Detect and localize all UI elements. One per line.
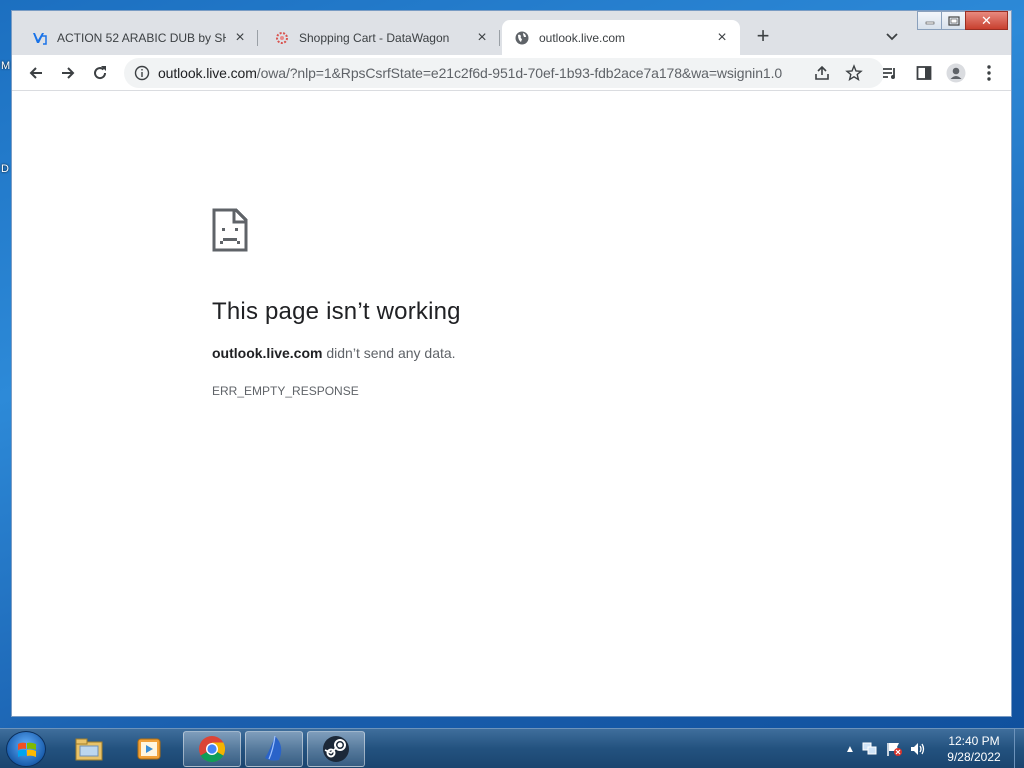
tab-strip: ACTION 52 ARABIC DUB by SHAI × Shopping … [12,11,1011,55]
media-player-icon [137,738,161,760]
window-controls: ✕ [917,11,1008,30]
network-icon[interactable] [861,741,879,757]
vimeo-v-icon [32,30,48,46]
taskbar-file-explorer[interactable] [60,731,118,767]
taskbar-chrome[interactable] [183,731,241,767]
desktop-icon-label: D [1,163,9,175]
datawagon-icon [274,30,290,46]
clock[interactable]: 12:40 PM 9/28/2022 [940,733,1008,765]
file-explorer-icon [75,738,103,761]
page-content: This page isn’t working outlook.live.com… [12,92,1011,716]
side-panel-icon[interactable] [914,63,934,83]
tab-outlook[interactable]: outlook.live.com × [502,20,740,55]
url-path: /owa/?nlp=1&RpsCsrfState=e21c2f6d-951d-7… [256,65,783,81]
taskbar-feather-app[interactable] [245,731,303,767]
tab-search-chevron-icon[interactable] [884,28,900,44]
error-title: This page isn’t working [212,298,461,325]
close-tab-icon[interactable]: × [714,29,730,46]
bookmark-star-icon[interactable] [844,63,864,83]
url-text[interactable]: outlook.live.com/owa/?nlp=1&RpsCsrfState… [158,65,798,81]
tab-title: ACTION 52 ARABIC DUB by SHAI [57,30,226,45]
forward-arrow-icon[interactable] [58,63,78,83]
tab-action52[interactable]: ACTION 52 ARABIC DUB by SHAI × [20,20,258,55]
tab-datawagon[interactable]: Shopping Cart - DataWagon × [262,20,500,55]
start-button[interactable] [6,731,46,767]
windows-logo-icon [18,742,36,757]
close-tab-icon[interactable]: × [232,29,248,46]
profile-avatar-icon[interactable] [946,63,966,83]
new-tab-button[interactable]: + [752,25,774,48]
restore-button[interactable] [941,11,966,30]
taskbar-steam[interactable] [307,731,365,767]
chrome-icon [199,736,226,763]
error-desc-text: didn’t send any data. [322,345,456,361]
sad-page-icon [212,208,248,252]
error-host: outlook.live.com [212,345,323,361]
browser-toolbar: outlook.live.com/owa/?nlp=1&RpsCsrfState… [12,55,1011,91]
globe-icon [514,30,530,46]
feather-app-icon [265,735,282,761]
desktop-icon-label: M [1,60,11,72]
volume-icon[interactable] [909,741,927,757]
share-icon[interactable] [812,63,832,83]
url-host: outlook.live.com [158,65,257,81]
site-info-icon[interactable] [134,65,150,81]
system-tray: ▲ [845,735,927,763]
show-desktop-button[interactable] [1014,729,1024,768]
close-window-button[interactable]: ✕ [965,11,1008,30]
close-tab-icon[interactable]: × [474,29,490,46]
taskbar-media-player[interactable] [120,731,178,767]
error-description: outlook.live.com didn’t send any data. [212,345,456,361]
browser-window: ACTION 52 ARABIC DUB by SHAI × Shopping … [11,10,1012,717]
back-arrow-icon[interactable] [26,63,46,83]
reading-list-icon[interactable] [880,63,900,83]
clock-time: 12:40 PM [948,734,1000,748]
tab-title: Shopping Cart - DataWagon [299,30,450,45]
steam-icon [323,736,349,762]
error-code: ERR_EMPTY_RESPONSE [212,384,359,398]
address-bar[interactable]: outlook.live.com/owa/?nlp=1&RpsCsrfState… [124,58,884,88]
menu-kebab-icon[interactable] [979,63,999,83]
reload-icon[interactable] [90,63,110,83]
minimize-button[interactable] [917,11,942,30]
tab-title: outlook.live.com [539,30,626,45]
show-hidden-icons-icon[interactable]: ▲ [845,744,855,755]
action-center-flag-icon[interactable] [885,741,903,757]
taskbar: ▲ 12:40 PM 9/28/2022 [0,728,1024,768]
clock-date: 9/28/2022 [947,750,1001,764]
